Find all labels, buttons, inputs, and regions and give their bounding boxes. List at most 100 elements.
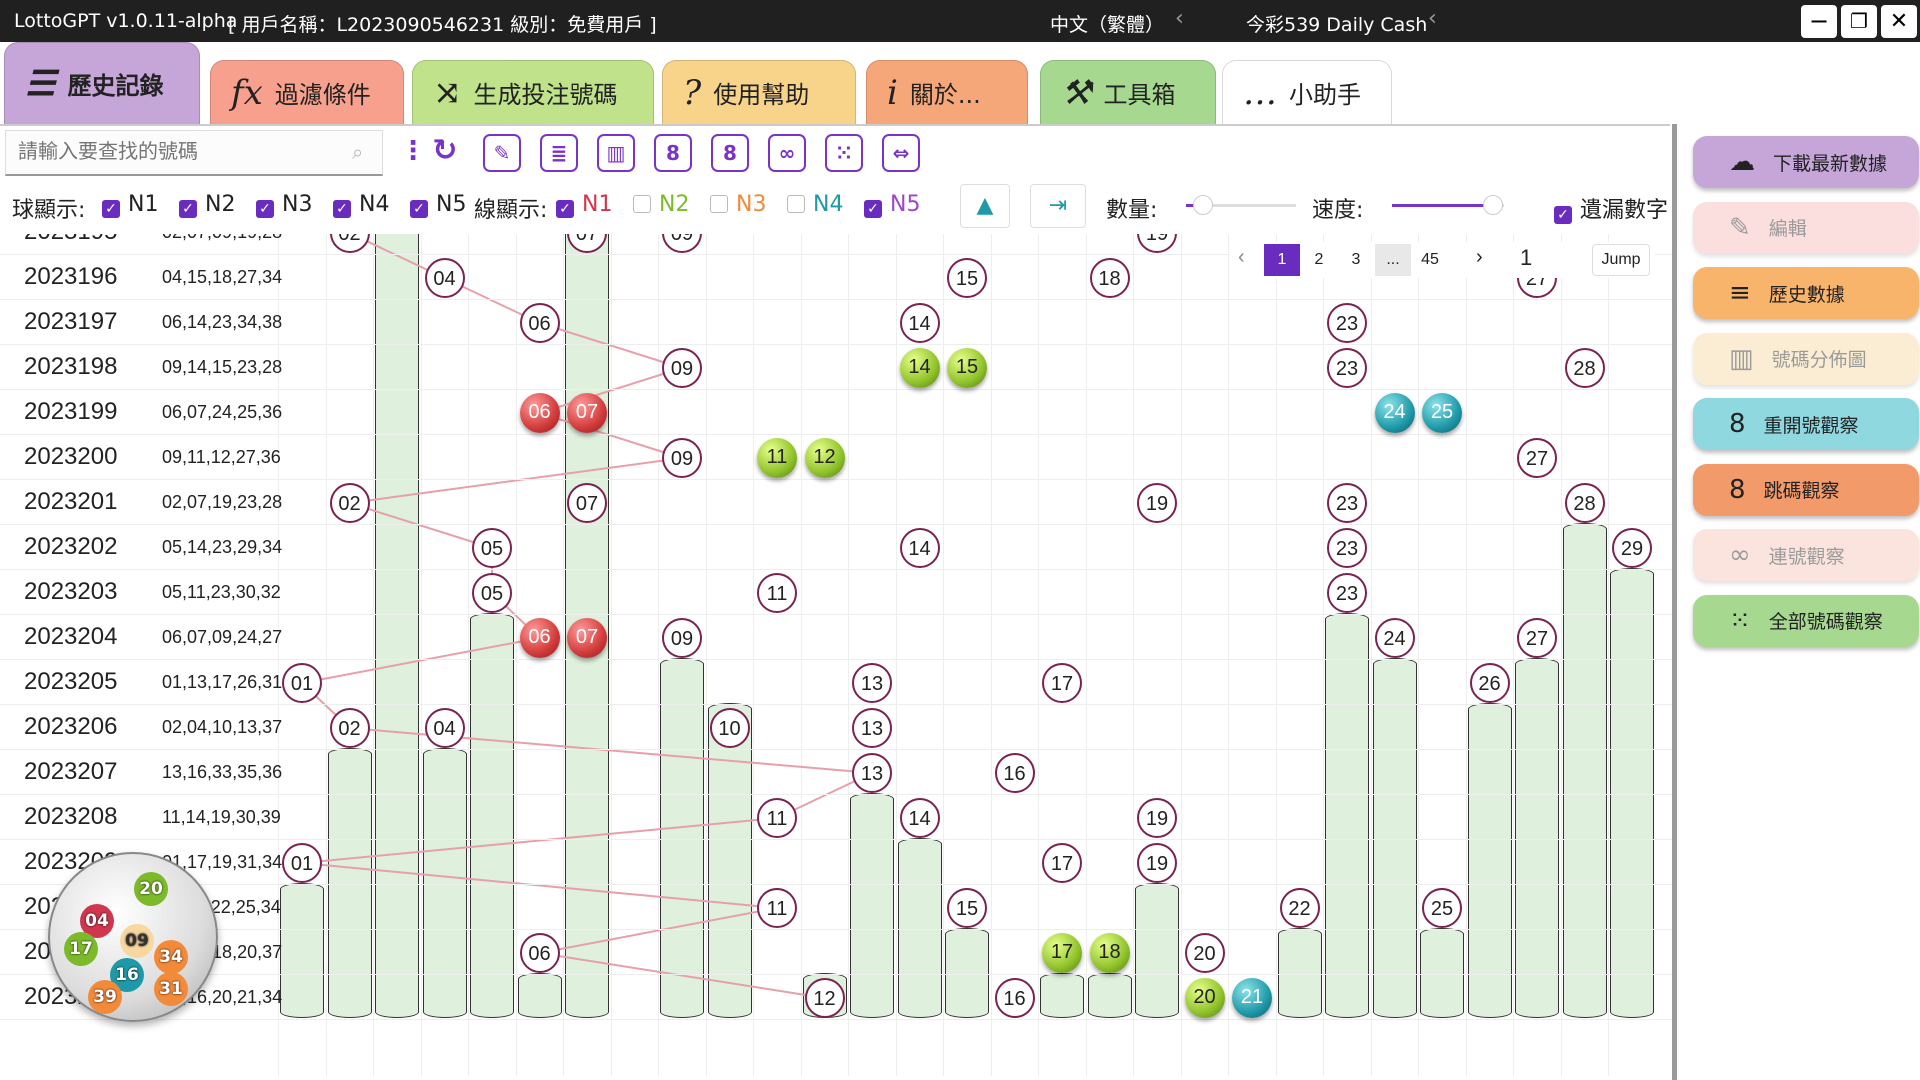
database-icon[interactable]: ≣: [540, 134, 578, 172]
number-ball[interactable]: 29: [1612, 528, 1652, 568]
more-icon[interactable]: ⋮: [400, 136, 426, 166]
number-ball[interactable]: 07: [567, 618, 607, 658]
sidebar-button-6[interactable]: 8 跳碼觀察: [1693, 463, 1919, 516]
table-row[interactable]: 202321106,17,18,20,37: [0, 930, 1672, 975]
line-n5-checkbox[interactable]: ✓ N5: [864, 192, 920, 218]
number-ball[interactable]: 09: [662, 618, 702, 658]
sidebar-button-2[interactable]: ✎ 編輯: [1693, 201, 1919, 254]
table-row[interactable]: 2023197 06,14,23,34,38: [0, 300, 1672, 345]
game-selector[interactable]: 今彩539 Daily Cash: [1246, 10, 1427, 37]
number-ball[interactable]: 25: [1422, 393, 1462, 433]
digit8-icon[interactable]: 8: [654, 134, 692, 172]
table-row[interactable]: 2023207 13,16,33,35,36: [0, 750, 1672, 795]
minimize-button[interactable]: −: [1801, 5, 1837, 38]
number-ball[interactable]: 04: [424, 258, 465, 298]
tab-7[interactable]: … 小助手: [1222, 60, 1392, 124]
ball-n4-checkbox[interactable]: ✓ N4: [333, 192, 389, 218]
history-grid[interactable]: 2023195 02,07,09,19,28 2023196 04,15,18,27,…: [0, 234, 1672, 1076]
jump-button[interactable]: Jump: [1592, 244, 1650, 276]
number-ball[interactable]: 18: [1089, 933, 1130, 973]
table-row[interactable]: 2023208 11,14,19,30,39: [0, 795, 1672, 840]
number-ball[interactable]: 24: [1374, 393, 1415, 433]
number-ball[interactable]: 07: [567, 483, 607, 523]
chevron-left-icon[interactable]: ‹: [1428, 6, 1437, 31]
number-ball[interactable]: 14: [899, 303, 940, 343]
digit8-alt-icon[interactable]: 8: [711, 134, 749, 172]
line-n1-checkbox[interactable]: ✓ N1: [556, 192, 612, 218]
number-ball[interactable]: 27: [1517, 438, 1557, 478]
sidebar-button-8[interactable]: ⁙ 全部號碼觀察: [1693, 594, 1919, 647]
number-ball[interactable]: 11: [757, 573, 797, 613]
sidebar-button-1[interactable]: ☁ 下載最新數據: [1693, 136, 1919, 188]
number-ball[interactable]: 23: [1327, 483, 1367, 523]
number-ball[interactable]: 26: [1469, 663, 1510, 703]
table-row[interactable]: 2023198 09,14,15,23,28: [0, 345, 1672, 390]
number-ball[interactable]: 01: [282, 843, 322, 883]
number-ball[interactable]: 20: [1184, 933, 1225, 973]
table-row[interactable]: 2023202 05,14,23,29,34: [0, 525, 1672, 570]
number-ball[interactable]: 23: [1327, 573, 1367, 613]
line-n4-checkbox[interactable]: N4: [787, 192, 843, 217]
search-input[interactable]: [5, 130, 383, 176]
sidebar-button-7[interactable]: ∞ 連號觀察: [1693, 529, 1919, 581]
chart-icon[interactable]: ▥: [597, 134, 635, 172]
number-ball[interactable]: 09: [662, 438, 702, 478]
table-row[interactable]: 2023205 01,13,17,26,31: [0, 660, 1672, 705]
grid-icon[interactable]: ⁙: [825, 134, 863, 172]
number-ball[interactable]: 15: [947, 348, 987, 388]
number-ball[interactable]: 12: [804, 438, 845, 478]
number-ball[interactable]: 06: [519, 933, 560, 973]
ball-n3-checkbox[interactable]: ✓ N3: [256, 192, 312, 218]
restore-button[interactable]: ❐: [1841, 5, 1877, 38]
number-ball[interactable]: 16: [994, 753, 1035, 793]
page-button[interactable]: 1: [1264, 244, 1300, 276]
number-ball[interactable]: 20: [1184, 978, 1225, 1018]
number-ball[interactable]: 16: [994, 978, 1035, 1018]
number-ball[interactable]: 15: [947, 888, 987, 928]
number-ball[interactable]: 06: [519, 618, 560, 658]
tab-1[interactable]: ☰ 歷史記錄: [4, 42, 200, 124]
number-ball[interactable]: 27: [1517, 618, 1557, 658]
number-ball[interactable]: 11: [757, 798, 797, 838]
refresh-icon[interactable]: ↻: [426, 134, 464, 172]
number-ball[interactable]: 17: [1042, 663, 1082, 703]
number-ball[interactable]: 18: [1089, 258, 1130, 298]
number-ball[interactable]: 13: [852, 708, 892, 748]
number-ball[interactable]: 22: [1279, 888, 1320, 928]
number-ball[interactable]: 05: [472, 528, 512, 568]
number-ball[interactable]: 28: [1564, 348, 1605, 388]
table-row[interactable]: 2023204 06,07,09,24,27: [0, 615, 1672, 660]
number-ball[interactable]: 14: [899, 528, 940, 568]
number-ball[interactable]: 13: [852, 753, 892, 793]
sidebar-button-5[interactable]: 8 重開號觀察: [1693, 398, 1919, 450]
number-ball[interactable]: 23: [1327, 303, 1367, 343]
number-ball[interactable]: 19: [1137, 843, 1177, 883]
number-ball[interactable]: 06: [519, 303, 560, 343]
next-page-button[interactable]: ›: [1476, 246, 1483, 269]
table-row[interactable]: 2023206 02,04,10,13,37: [0, 705, 1672, 750]
number-ball[interactable]: 15: [947, 258, 987, 298]
page-button[interactable]: ...: [1375, 244, 1411, 276]
search-icon[interactable]: ⌕: [352, 140, 363, 164]
number-ball[interactable]: 09: [662, 348, 702, 388]
number-ball[interactable]: 19: [1137, 798, 1177, 838]
number-ball[interactable]: 14: [899, 348, 940, 388]
number-ball[interactable]: 28: [1564, 483, 1605, 523]
edit-icon[interactable]: ✎: [483, 134, 521, 172]
tab-3[interactable]: ⤨ 生成投注號碼: [412, 60, 654, 124]
lottery-ball-machine-icon[interactable]: 04 20 17 34 31 16 39 09: [48, 852, 218, 1022]
chevron-left-icon[interactable]: ‹: [1175, 6, 1184, 31]
number-ball[interactable]: 19: [1137, 483, 1177, 523]
tab-4[interactable]: ? 使用幫助: [662, 60, 856, 124]
number-ball[interactable]: 25: [1422, 888, 1462, 928]
ball-n2-checkbox[interactable]: ✓ N2: [179, 192, 235, 218]
jump-page-input[interactable]: 1: [1520, 245, 1532, 271]
line-n3-checkbox[interactable]: N3: [710, 192, 766, 217]
number-ball[interactable]: 21: [1232, 978, 1272, 1018]
line-n2-checkbox[interactable]: N2: [633, 192, 689, 217]
table-row[interactable]: 2023209 01,17,19,31,34: [0, 840, 1672, 885]
number-ball[interactable]: 10: [709, 708, 750, 748]
page-button[interactable]: 2: [1301, 244, 1337, 276]
number-ball[interactable]: 13: [852, 663, 892, 703]
number-ball[interactable]: 24: [1374, 618, 1415, 658]
